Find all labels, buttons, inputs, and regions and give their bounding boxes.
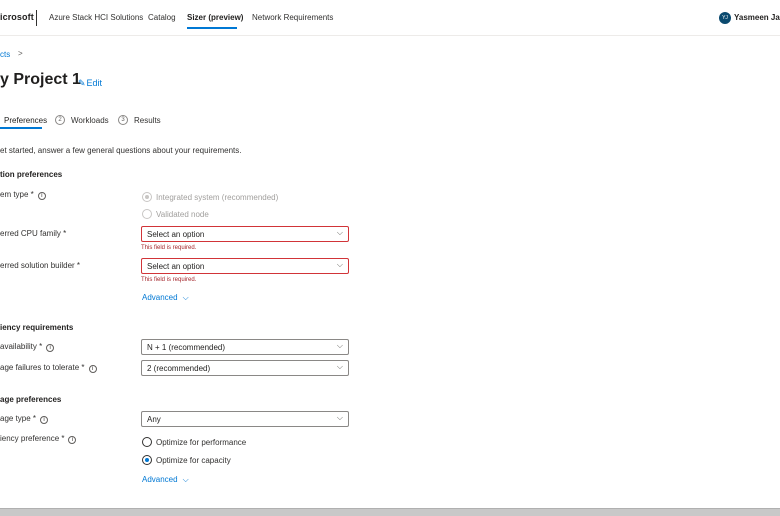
chevron-down-icon: ⌵ [336,341,343,350]
breadcrumb-chevron-icon: > [18,49,23,58]
info-icon[interactable]: i [88,365,97,373]
failures-dropdown[interactable]: 2 (recommended) ⌵ [141,360,349,376]
nav-catalog[interactable]: Catalog [148,13,176,22]
availability-label: availability * i [0,342,55,352]
section-title-storage: age preferences [0,395,62,404]
radio-button[interactable] [142,437,152,447]
radio-label: Validated node [156,210,209,219]
radio-label: Optimize for capacity [156,456,231,465]
brand-divider [36,10,37,26]
solution-builder-label: erred solution builder * [0,261,81,270]
radio-label: Optimize for performance [156,438,247,447]
radio-label: Integrated system (recommended) [156,193,279,202]
step-number-icon: 3 [118,115,128,125]
edit-link[interactable]: ✎Edit [78,78,102,89]
cpu-family-dropdown[interactable]: Select an option ⌵ [141,226,349,242]
info-icon[interactable]: i [37,192,46,200]
radio-button[interactable] [142,192,152,202]
storage-type-label: age type * i [0,414,49,424]
dropdown-value: Select an option [147,262,205,271]
dropdown-value: Any [147,415,161,424]
intro-text: et started, answer a few general questio… [0,146,242,155]
cpu-family-error: This field is required. [141,245,197,251]
breadcrumb-projects[interactable]: cts [0,50,10,59]
avatar[interactable]: YJ [719,12,731,24]
active-step-indicator [0,127,42,129]
microsoft-logo-text[interactable]: icrosoft [0,12,34,22]
page-title: y Project 1 [0,71,81,88]
system-type-label: em type * i [0,190,46,200]
failures-label-text: age failures to tolerate * [0,363,85,372]
system-type-label-text: em type * [0,190,34,199]
dropdown-value: Select an option [147,230,205,239]
efficiency-label-text: iency preference * [0,434,65,443]
storage-type-dropdown[interactable]: Any ⌵ [141,411,349,427]
step-results[interactable]: Results [134,116,161,125]
nav-azure-stack-hci-solutions[interactable]: Azure Stack HCI Solutions [49,13,143,22]
solution-builder-error: This field is required. [141,277,197,283]
chevron-down-icon: ⌵ [182,475,189,484]
chevron-down-icon: ⌵ [336,413,343,422]
active-nav-indicator [187,27,237,29]
horizontal-scrollbar[interactable] [0,508,780,516]
failures-label: age failures to tolerate * i [0,363,97,373]
dropdown-value: 2 (recommended) [147,364,211,373]
step-preferences[interactable]: Preferences [4,116,47,125]
solution-builder-dropdown[interactable]: Select an option ⌵ [141,258,349,274]
step-number-icon: 2 [55,115,65,125]
chevron-down-icon: ⌵ [336,228,343,237]
step-workloads[interactable]: Workloads [71,116,109,125]
chevron-down-icon: ⌵ [336,260,343,269]
nav-sizer-preview[interactable]: Sizer (preview) [187,13,243,22]
dropdown-value: N + 1 (recommended) [147,343,226,352]
user-name[interactable]: Yasmeen Jassi [734,13,780,22]
storage-type-label-text: age type * [0,414,37,423]
section-title-resiliency: iency requirements [0,323,74,332]
advanced-toggle-solution[interactable]: Advanced ⌵ [142,293,189,303]
advanced-label: Advanced [142,475,178,484]
radio-button[interactable] [142,455,152,465]
info-icon[interactable]: i [40,416,49,424]
section-title-solution-preferences: tion preferences [0,170,63,179]
cpu-family-label: erred CPU family * [0,229,67,238]
top-navigation-bar: icrosoft Azure Stack HCI Solutions Catal… [0,0,780,36]
advanced-label: Advanced [142,293,178,302]
efficiency-label: iency preference * i [0,434,77,444]
pencil-icon: ✎ [78,78,86,88]
advanced-toggle-storage[interactable]: Advanced ⌵ [142,475,189,485]
nav-network-requirements[interactable]: Network Requirements [252,13,333,22]
edit-label: Edit [86,78,103,88]
chevron-down-icon: ⌵ [336,362,343,371]
availability-label-text: availability * [0,342,43,351]
info-icon[interactable]: i [68,436,77,444]
info-icon[interactable]: i [46,344,55,352]
availability-dropdown[interactable]: N + 1 (recommended) ⌵ [141,339,349,355]
radio-button[interactable] [142,209,152,219]
chevron-down-icon: ⌵ [182,293,189,302]
